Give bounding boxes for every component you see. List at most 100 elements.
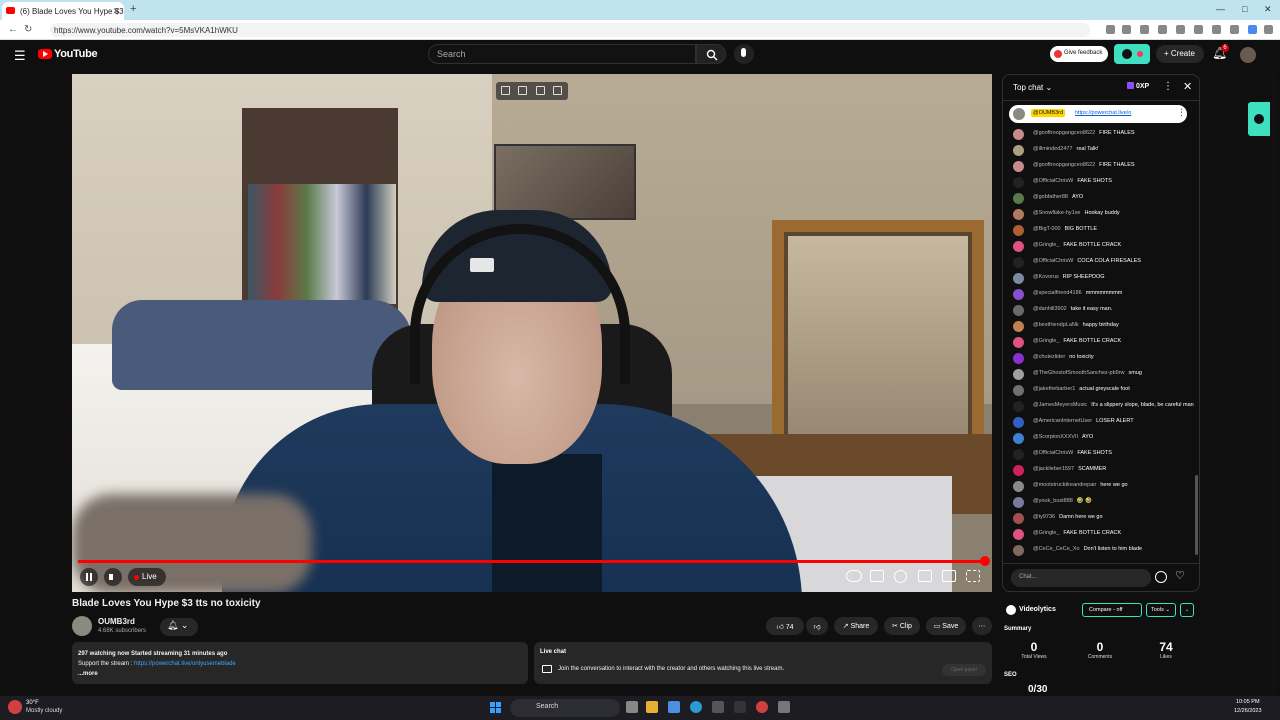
expand-icon[interactable]: ⌄ (1180, 603, 1194, 617)
app-icon[interactable] (734, 701, 746, 713)
channel-avatar[interactable] (72, 616, 92, 636)
chat-author[interactable]: @OfficialChrisW (1033, 450, 1073, 456)
chat-author[interactable]: @specialfriend4186 (1033, 290, 1082, 296)
live-badge[interactable]: Live (128, 568, 166, 586)
heart-icon[interactable]: ♡ (1175, 569, 1185, 582)
subscribed-bell-button[interactable]: 🔔︎ ⌄ (160, 618, 198, 636)
chat-message[interactable]: @BigT-000 BIG BOTTLE (1003, 223, 1199, 239)
edge-browser-icon[interactable] (690, 701, 702, 713)
chat-menu-icon[interactable]: ⋮ (1163, 81, 1173, 92)
chat-message[interactable]: @Gringle_ FAKE BOTTLE CRACK (1003, 335, 1199, 351)
file-explorer-icon[interactable] (646, 701, 658, 713)
chat-message[interactable]: @JamesMeyersMusic It's a slippery slope, … (1003, 399, 1199, 415)
chat-author[interactable]: @illminded2477 (1033, 146, 1073, 152)
chat-message[interactable]: @Gringle_ FAKE BOTTLE CRACK (1003, 527, 1199, 543)
channel-name[interactable]: OUMB3rd (98, 617, 135, 626)
miniplayer-icon[interactable] (918, 570, 932, 582)
chat-message[interactable]: @bestfriendpLaNk happy birthday (1003, 319, 1199, 335)
create-button[interactable]: + Create (1156, 45, 1204, 63)
close-chat-icon[interactable]: ✕ (1183, 80, 1192, 93)
page-scrollbar[interactable] (1272, 74, 1278, 694)
save-button[interactable]: ▭ Save (926, 617, 966, 635)
give-feedback-button[interactable]: Give feedback (1050, 46, 1108, 62)
avatar[interactable] (1013, 129, 1024, 140)
extension-icon[interactable] (1176, 25, 1185, 34)
chat-message[interactable]: @jacklieber1597 SCAMMER (1003, 463, 1199, 479)
extension-icon[interactable] (1212, 25, 1221, 34)
chat-author[interactable]: @Snowflake-hy1xe (1033, 210, 1080, 216)
chat-author[interactable]: @Gringle_ (1033, 338, 1059, 344)
taskbar-search[interactable]: Search (510, 699, 620, 717)
clip-button[interactable]: ✂ Clip (884, 617, 920, 635)
new-tab-button[interactable]: + (130, 3, 136, 15)
close-window-icon[interactable]: ✕ (1264, 4, 1272, 15)
chat-author[interactable]: @ScorpionXXXVII (1033, 434, 1078, 440)
loop-icon[interactable] (553, 86, 562, 95)
avatar[interactable] (1013, 289, 1024, 300)
avatar[interactable] (1013, 145, 1024, 156)
chat-author[interactable]: @Kovorus (1033, 274, 1059, 280)
subtitles-icon[interactable] (870, 570, 884, 582)
minimize-icon[interactable]: — (1216, 4, 1225, 14)
voice-search-icon[interactable] (734, 44, 754, 64)
avatar[interactable] (1013, 241, 1024, 252)
chat-message[interactable]: @ScorpionXXXVII AYO (1003, 431, 1199, 447)
account-avatar[interactable] (1240, 47, 1256, 63)
app-icon[interactable] (712, 701, 724, 713)
extension-icon[interactable] (1106, 25, 1115, 34)
youtube-logo-text[interactable]: YouTube (54, 48, 98, 60)
chat-author[interactable]: @jacklieber1597 (1033, 466, 1074, 472)
avatar[interactable] (1013, 481, 1024, 492)
chat-author[interactable]: @jakethebarber1 (1033, 386, 1075, 392)
avatar[interactable] (1013, 545, 1024, 556)
avatar[interactable] (1013, 497, 1024, 508)
maximize-icon[interactable]: □ (1242, 4, 1247, 14)
avatar[interactable] (1013, 513, 1024, 524)
chat-message[interactable]: @gobfather88 AYO (1003, 191, 1199, 207)
chat-author[interactable]: @bestfriendpLaNk (1033, 322, 1079, 328)
chat-message[interactable]: @Kovorus RIP SHEEPDOG (1003, 271, 1199, 287)
avatar[interactable] (1013, 417, 1024, 428)
app-icon[interactable] (778, 701, 790, 713)
profile-icon[interactable] (1248, 25, 1257, 34)
extension-side-tab[interactable] (1248, 102, 1270, 136)
tools-dropdown[interactable]: Tools ⌄ (1146, 603, 1176, 617)
chat-message[interactable]: @OfficialChrisW COCA COLA FIRESALES (1003, 255, 1199, 271)
extension-icon[interactable] (1158, 25, 1167, 34)
progress-bar[interactable] (78, 556, 990, 566)
xp-badge[interactable]: 0XP (1127, 82, 1149, 90)
avatar[interactable] (1013, 225, 1024, 236)
edit-icon[interactable] (536, 86, 545, 95)
avatar[interactable] (1013, 193, 1024, 204)
chat-message[interactable]: @illminded2477 real Talk! (1003, 143, 1199, 159)
chat-message[interactable]: @CeCe_CeCe_Xo Don't listen to him blade (1003, 543, 1199, 559)
browser-tab[interactable]: (6) Blade Loves You Hype $3 t ✕ (2, 2, 124, 20)
avatar[interactable] (1013, 433, 1024, 444)
chat-message[interactable]: @Snowflake-hy1xe Hookay buddy (1003, 207, 1199, 223)
chat-author[interactable]: @TheGhostofSmoothSanchez-pb9rw (1033, 370, 1125, 376)
chat-author[interactable]: @Gringle_ (1033, 530, 1059, 536)
avatar[interactable] (1013, 321, 1024, 332)
settings-gear-icon[interactable] (894, 570, 907, 583)
avatar[interactable] (1013, 305, 1024, 316)
share-button[interactable]: ↗ Share (834, 617, 878, 635)
avatar[interactable] (1013, 161, 1024, 172)
extension-icon[interactable] (1230, 25, 1239, 34)
avatar[interactable] (1013, 257, 1024, 268)
chat-message[interactable]: @jakethebarber1 actual greyscale foot (1003, 383, 1199, 399)
avatar[interactable] (1013, 465, 1024, 476)
chat-message[interactable]: @gooftroopgangceo8622 FIRE THALES (1003, 159, 1199, 175)
description-box[interactable]: 297 watching now Started streaming 31 mi… (72, 642, 528, 684)
avatar[interactable] (1013, 369, 1024, 380)
chat-author[interactable]: @gobfather88 (1033, 194, 1068, 200)
chat-author[interactable]: @ty9736 (1033, 514, 1055, 520)
chat-input[interactable]: Chat... (1011, 569, 1151, 587)
extension-icon[interactable] (1122, 25, 1131, 34)
chat-author[interactable]: @OfficialChrisW (1033, 178, 1073, 184)
back-icon[interactable]: ← (8, 24, 18, 35)
chat-message[interactable]: @Gringle_ FAKE BOTTLE CRACK (1003, 239, 1199, 255)
extension-icon[interactable] (1140, 25, 1149, 34)
youtube-logo-icon[interactable] (38, 49, 52, 59)
chat-message[interactable]: @specialfriend4186 mmmmmmmm (1003, 287, 1199, 303)
search-button[interactable] (696, 44, 726, 64)
